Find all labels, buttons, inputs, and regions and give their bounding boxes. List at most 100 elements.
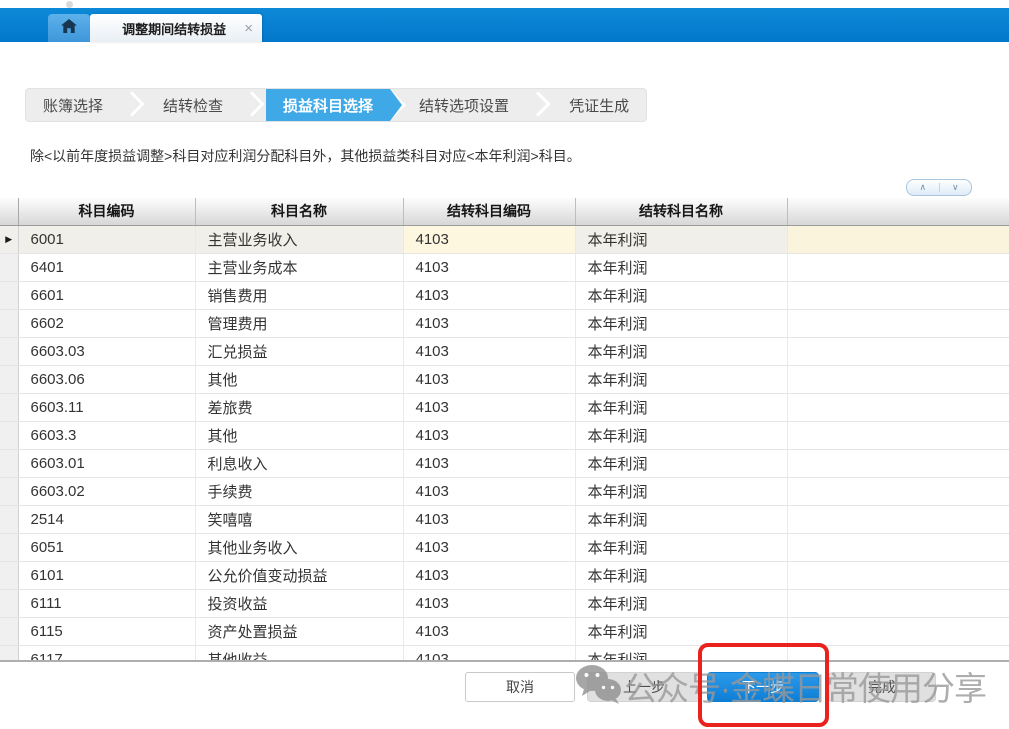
cell-target-code[interactable]: 4103 [403,617,575,645]
table-row[interactable]: 6603.11 差旅费 4103 本年利润 [0,393,1009,421]
row-marker [0,561,18,589]
cell-empty [787,393,1009,421]
cell-target-code[interactable]: 4103 [403,645,575,662]
cell-code: 6601 [18,281,195,309]
cell-target-name: 本年利润 [575,561,787,589]
table-row[interactable]: 6603.3 其他 4103 本年利润 [0,421,1009,449]
row-pager: ∧ ∨ [906,179,972,196]
wizard-step-voucher[interactable]: 凭证生成 [552,89,646,121]
cell-target-code[interactable]: 4103 [403,477,575,505]
previous-step-button[interactable]: 上一步 [587,672,701,702]
table-row[interactable]: 2514 笑嘻嘻 4103 本年利润 [0,505,1009,533]
table-row[interactable]: ▶ 6001 主营业务收入 4103 本年利润 [0,225,1009,253]
tab-title: 调整期间结转损益 [110,19,238,38]
table-row[interactable]: 6603.06 其他 4103 本年利润 [0,365,1009,393]
cell-code: 6603.06 [18,365,195,393]
row-marker [0,365,18,393]
cell-target-code[interactable]: 4103 [403,281,575,309]
chevron-right-icon [526,89,552,121]
row-marker [0,645,18,662]
table-row[interactable]: 6401 主营业务成本 4103 本年利润 [0,253,1009,281]
cancel-button[interactable]: 取消 [465,672,575,702]
cell-target-name: 本年利润 [575,365,787,393]
cell-code: 6603.11 [18,393,195,421]
cell-name: 销售费用 [195,281,403,309]
cell-name: 汇兑损益 [195,337,403,365]
cell-code: 6115 [18,617,195,645]
table-row[interactable]: 6051 其他业务收入 4103 本年利润 [0,533,1009,561]
cell-name: 笑嘻嘻 [195,505,403,533]
scroll-up-icon[interactable]: ∧ [907,180,939,195]
cell-target-code[interactable]: 4103 [403,365,575,393]
cell-target-code[interactable]: 4103 [403,225,575,253]
cell-code: 6602 [18,309,195,337]
cell-target-code[interactable]: 4103 [403,309,575,337]
next-step-button[interactable]: 下一步 [707,672,819,702]
rule-description: 除<以前年度损益调整>科目对应利润分配科目外，其他损益类科目对应<本年利润>科目… [30,146,581,166]
cell-target-name: 本年利润 [575,505,787,533]
tab-carryover-wizard[interactable]: 调整期间结转损益 × [90,14,262,42]
close-icon[interactable]: × [244,21,253,36]
table-row[interactable]: 6111 投资收益 4103 本年利润 [0,589,1009,617]
cell-name: 其他收益 [195,645,403,662]
cell-target-code[interactable]: 4103 [403,589,575,617]
cell-target-code[interactable]: 4103 [403,449,575,477]
cell-target-code[interactable]: 4103 [403,561,575,589]
table-row[interactable]: 6117 其他收益 4103 本年利润 [0,645,1009,662]
table-row[interactable]: 6603.02 手续费 4103 本年利润 [0,477,1009,505]
wizard-step-account-select-active[interactable]: 损益科目选择 [266,89,390,121]
row-marker [0,281,18,309]
table-row[interactable]: 6603.03 汇兑损益 4103 本年利润 [0,337,1009,365]
table-row[interactable]: 6601 销售费用 4103 本年利润 [0,281,1009,309]
home-icon [61,19,77,38]
wizard-step-check[interactable]: 结转检查 [146,89,240,121]
cell-target-name: 本年利润 [575,421,787,449]
row-marker: ▶ [0,225,18,253]
cell-empty [787,337,1009,365]
cell-code: 6603.03 [18,337,195,365]
cell-empty [787,645,1009,662]
wizard-step-book-select[interactable]: 账簿选择 [26,89,120,121]
window-dot [66,1,73,8]
cell-target-name: 本年利润 [575,253,787,281]
tab-home[interactable] [48,14,90,42]
cell-empty [787,617,1009,645]
cell-code: 6111 [18,589,195,617]
cell-target-code[interactable]: 4103 [403,533,575,561]
table-row[interactable]: 6101 公允价值变动损益 4103 本年利润 [0,561,1009,589]
cell-empty [787,449,1009,477]
cell-target-code[interactable]: 4103 [403,393,575,421]
table-row[interactable]: 6603.01 利息收入 4103 本年利润 [0,449,1009,477]
table-row[interactable]: 6115 资产处置损益 4103 本年利润 [0,617,1009,645]
cell-code: 6117 [18,645,195,662]
cell-target-code[interactable]: 4103 [403,253,575,281]
cell-code: 6001 [18,225,195,253]
cell-target-code[interactable]: 4103 [403,337,575,365]
table-row[interactable]: 6602 管理费用 4103 本年利润 [0,309,1009,337]
row-marker [0,449,18,477]
cell-target-name: 本年利润 [575,337,787,365]
wizard-step-label: 凭证生成 [569,95,629,116]
cell-target-code[interactable]: 4103 [403,505,575,533]
cell-target-name: 本年利润 [575,393,787,421]
cell-name: 管理费用 [195,309,403,337]
chevron-right-icon [120,89,146,121]
cell-name: 其他业务收入 [195,533,403,561]
wizard-step-options[interactable]: 结转选项设置 [402,89,526,121]
row-marker [0,477,18,505]
finish-button[interactable]: 完成 [828,672,936,702]
cell-target-name: 本年利润 [575,281,787,309]
cell-target-code[interactable]: 4103 [403,421,575,449]
cell-code: 6603.02 [18,477,195,505]
cell-empty [787,281,1009,309]
cell-target-name: 本年利润 [575,645,787,662]
cell-name: 差旅费 [195,393,403,421]
cell-name: 主营业务成本 [195,253,403,281]
cell-code: 6051 [18,533,195,561]
cell-empty [787,533,1009,561]
col-header-target-name: 结转科目名称 [575,198,787,225]
cell-name: 其他 [195,421,403,449]
scroll-down-icon[interactable]: ∨ [940,180,972,195]
cell-empty [787,365,1009,393]
cell-code: 6603.01 [18,449,195,477]
